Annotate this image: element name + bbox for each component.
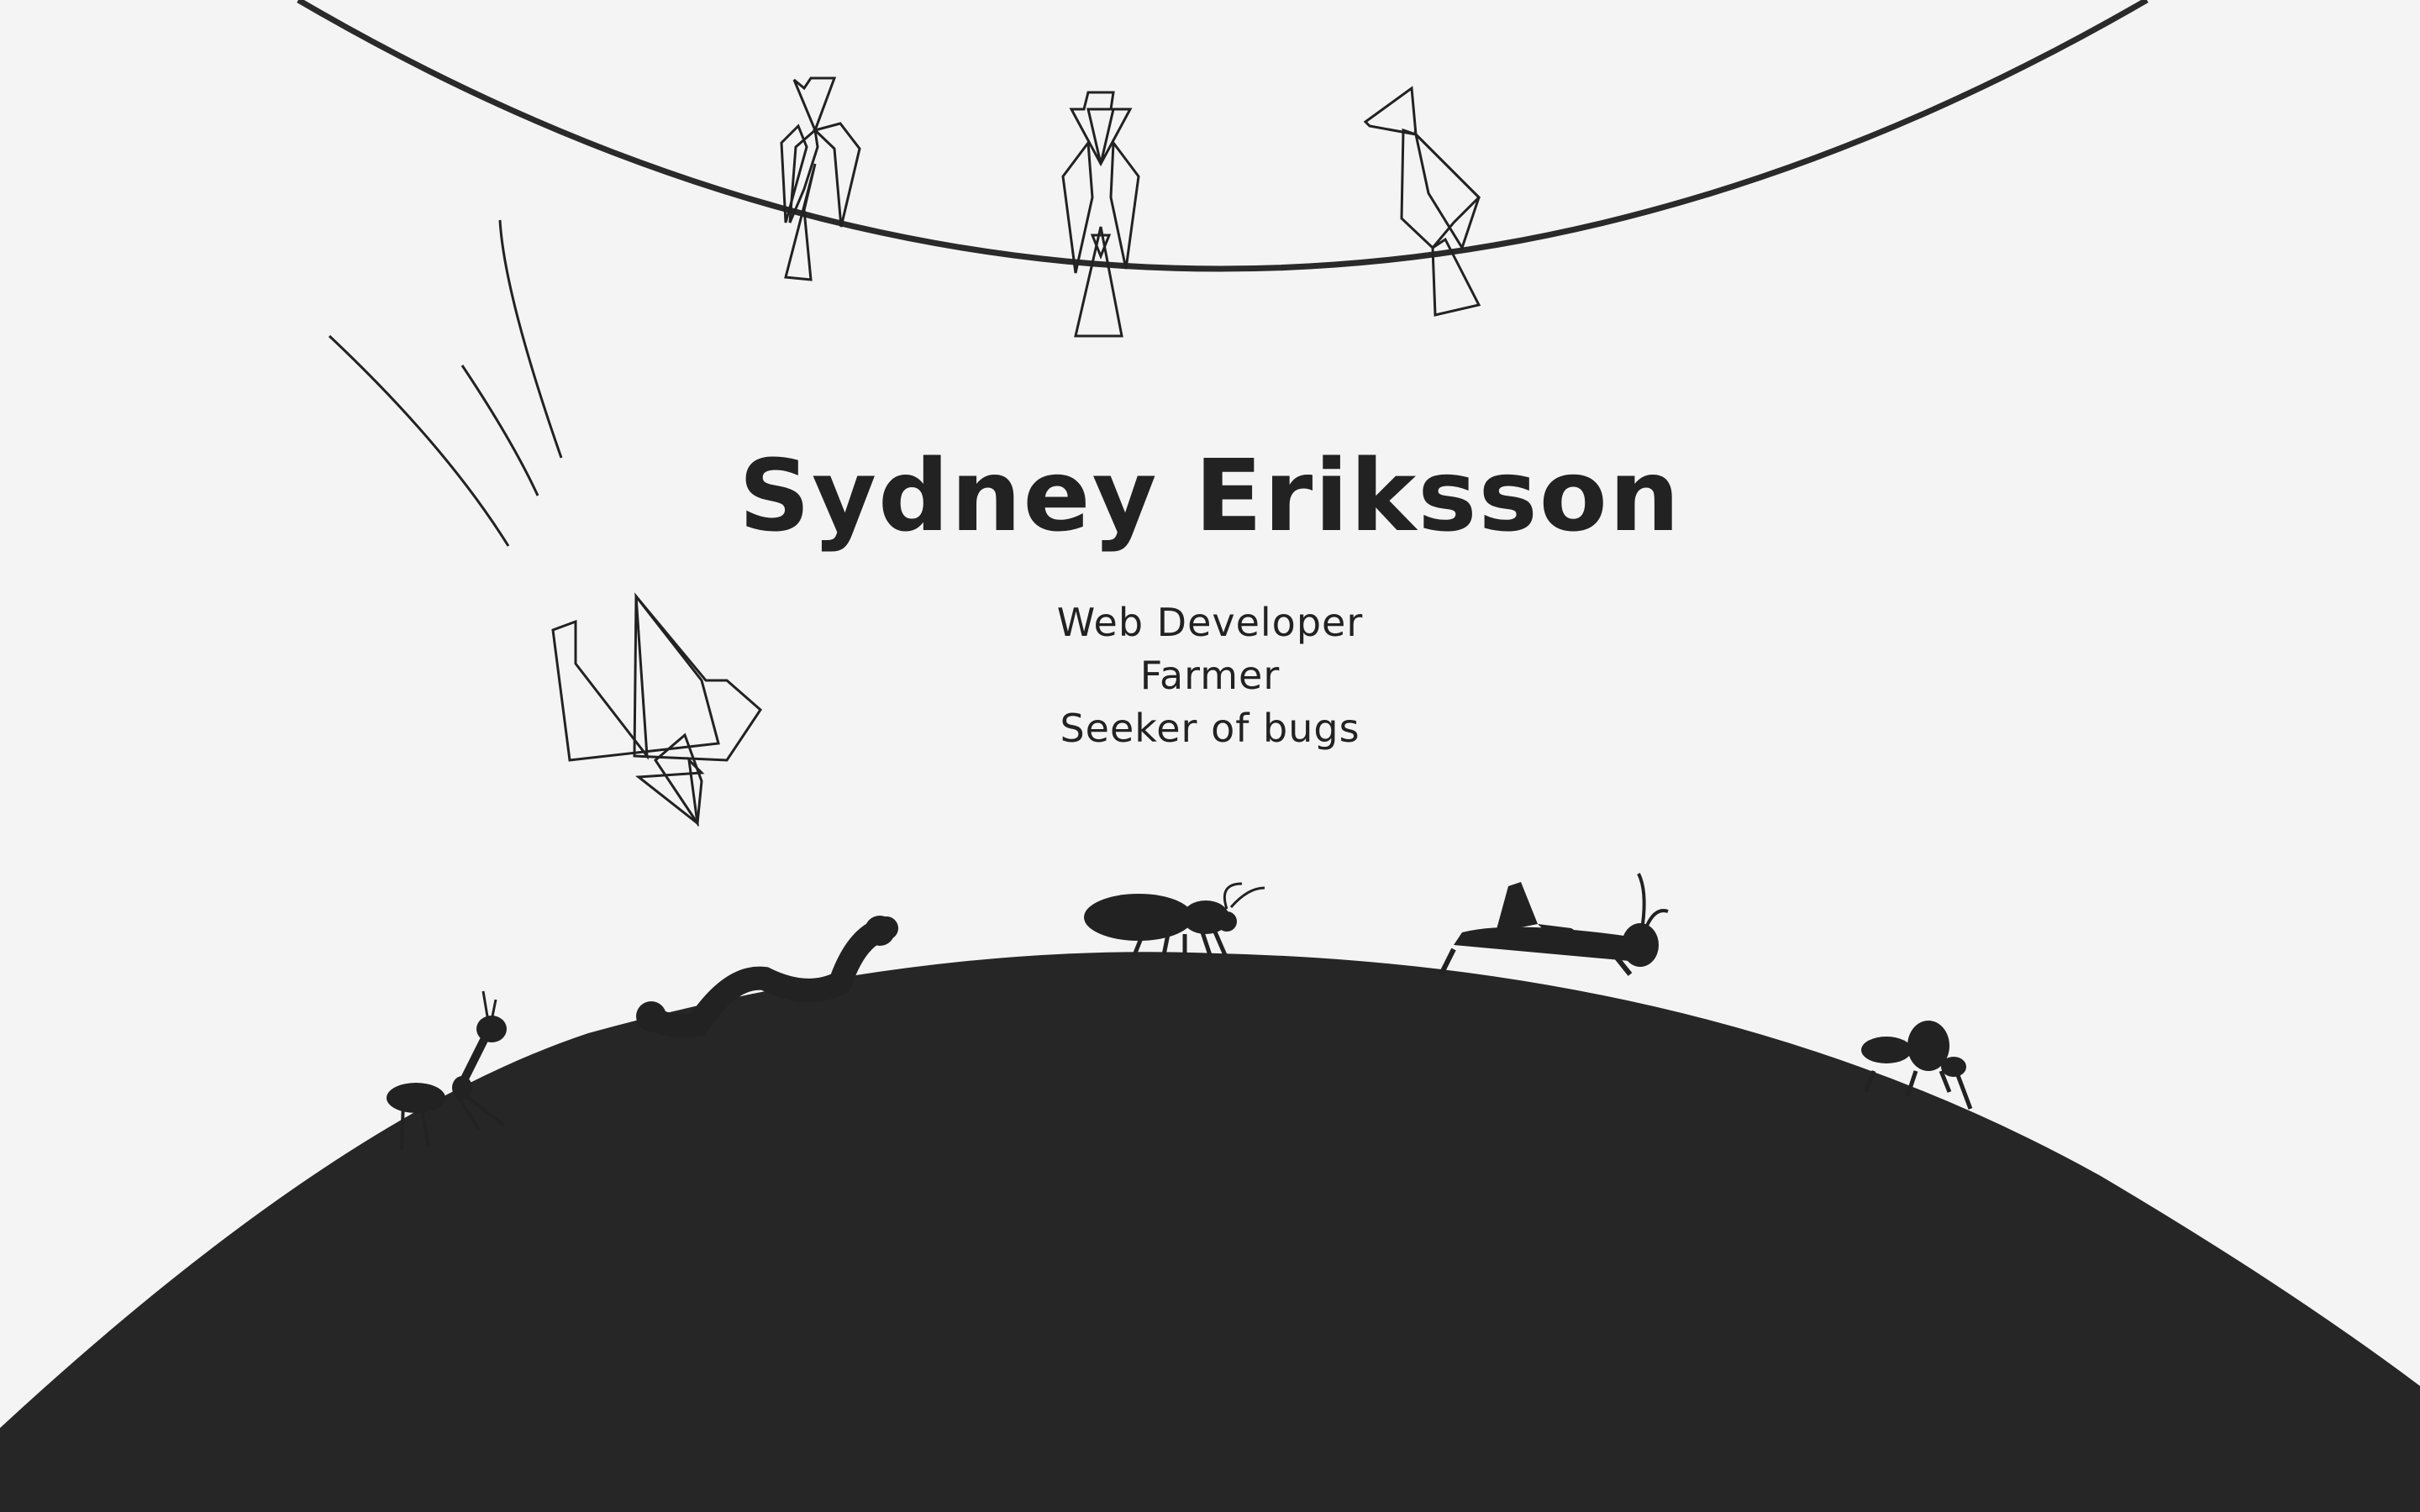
- scene-illustration: [0, 0, 2420, 1512]
- hill-silhouette: [0, 952, 2420, 1512]
- role-item: Web Developer: [1056, 600, 1364, 645]
- bird-icon: [1061, 91, 1140, 338]
- role-list: Web Developer Farmer Seeker of bugs: [0, 596, 2420, 755]
- bird-icon: [780, 76, 861, 281]
- grasshopper-icon: [1439, 873, 1669, 976]
- beetle-icon: [1084, 882, 1265, 956]
- bird-icon: [1363, 86, 1481, 317]
- wire: [297, 0, 2149, 272]
- hero-section: Sydney Eriksson Web Developer Farmer See…: [0, 437, 2420, 755]
- role-item: Seeker of bugs: [1060, 706, 1360, 751]
- person-name: Sydney Eriksson: [739, 438, 1681, 554]
- landing-page: Sydney Eriksson Web Developer Farmer See…: [0, 0, 2420, 1512]
- role-item: Farmer: [1139, 653, 1281, 698]
